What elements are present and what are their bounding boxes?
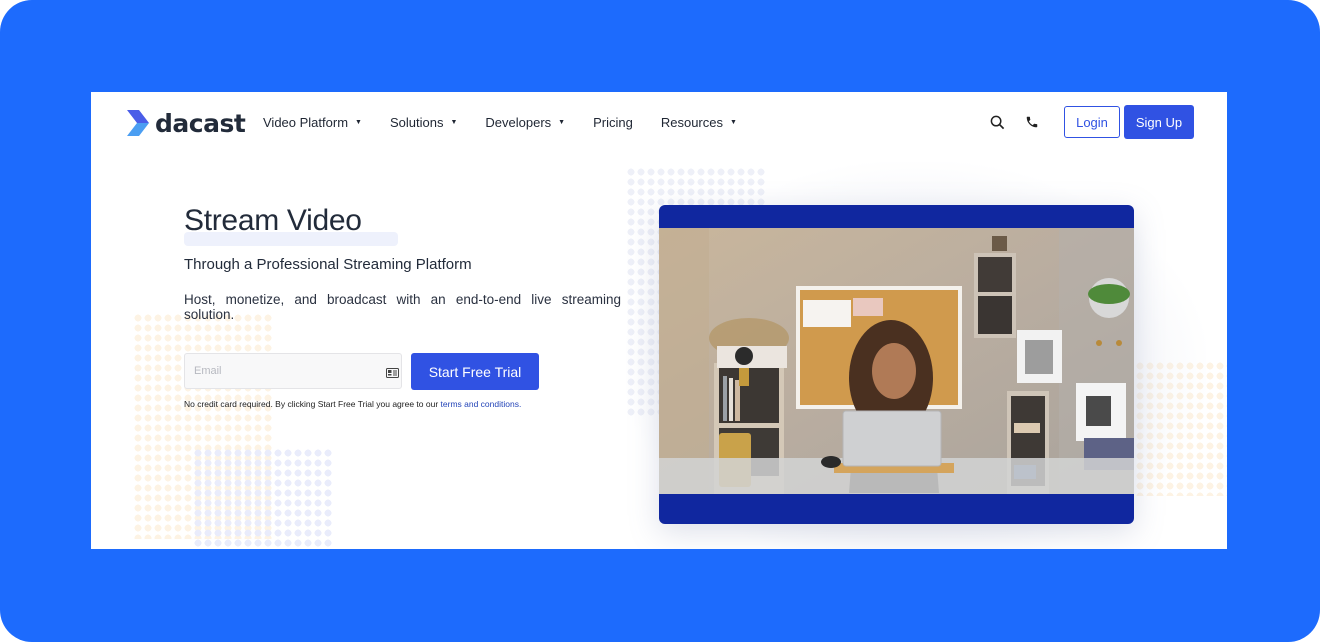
contact-card-icon [386,365,399,383]
disclaimer: No credit card required. By clicking Sta… [184,399,521,409]
nav-developers[interactable]: Developers ▼ [485,115,565,130]
nav-label: Developers [485,115,552,130]
email-input[interactable] [185,354,383,388]
webpage: dacast Video Platform ▼ Solutions ▼ Develo… [91,92,1227,549]
nav-label: Solutions [389,115,444,130]
search-icon [990,115,1004,129]
logo-text: dacast [155,108,246,138]
caret-down-icon: ▼ [450,119,458,126]
decor-dots-blue-left [193,448,333,549]
nav-solutions[interactable]: Solutions ▼ [390,115,457,130]
phone-button[interactable] [1021,111,1043,133]
main-nav: Video Platform ▼ Solutions ▼ Developers ▼ P… [263,115,765,130]
dacast-logo[interactable]: dacast [127,108,246,138]
logo-icon [127,110,149,136]
start-free-trial-button[interactable]: Start Free Trial [411,353,539,390]
nav-label: Resources [660,115,723,130]
caret-down-icon: ▼ [729,119,737,126]
login-button[interactable]: Login [1064,106,1120,138]
caret-down-icon: ▼ [558,119,566,126]
email-field-wrapper [184,353,402,389]
disclaimer-text: No credit card required. By clicking Sta… [184,399,441,409]
caret-down-icon: ▼ [355,119,362,126]
phone-icon [1026,116,1038,128]
terms-link[interactable]: terms and conditions. [441,399,522,409]
nav-video-platform[interactable]: Video Platform ▼ [263,115,362,130]
nav-label: Video Platform [263,115,349,130]
nav-pricing[interactable]: Pricing [593,115,633,130]
search-button[interactable] [986,111,1008,133]
video-frame-image [659,228,1134,494]
nav-label: Pricing [593,115,633,130]
video-player[interactable] [659,205,1134,524]
signup-button[interactable]: Sign Up [1124,105,1194,139]
hero-title: Stream Video [184,204,362,237]
nav-resources[interactable]: Resources ▼ [661,115,737,130]
hero-subtitle: Through a Professional Streaming Platfor… [184,256,472,273]
header-actions: Login Sign Up [986,105,1194,139]
hero-description: Host, monetize, and broadcast with an en… [184,292,621,322]
